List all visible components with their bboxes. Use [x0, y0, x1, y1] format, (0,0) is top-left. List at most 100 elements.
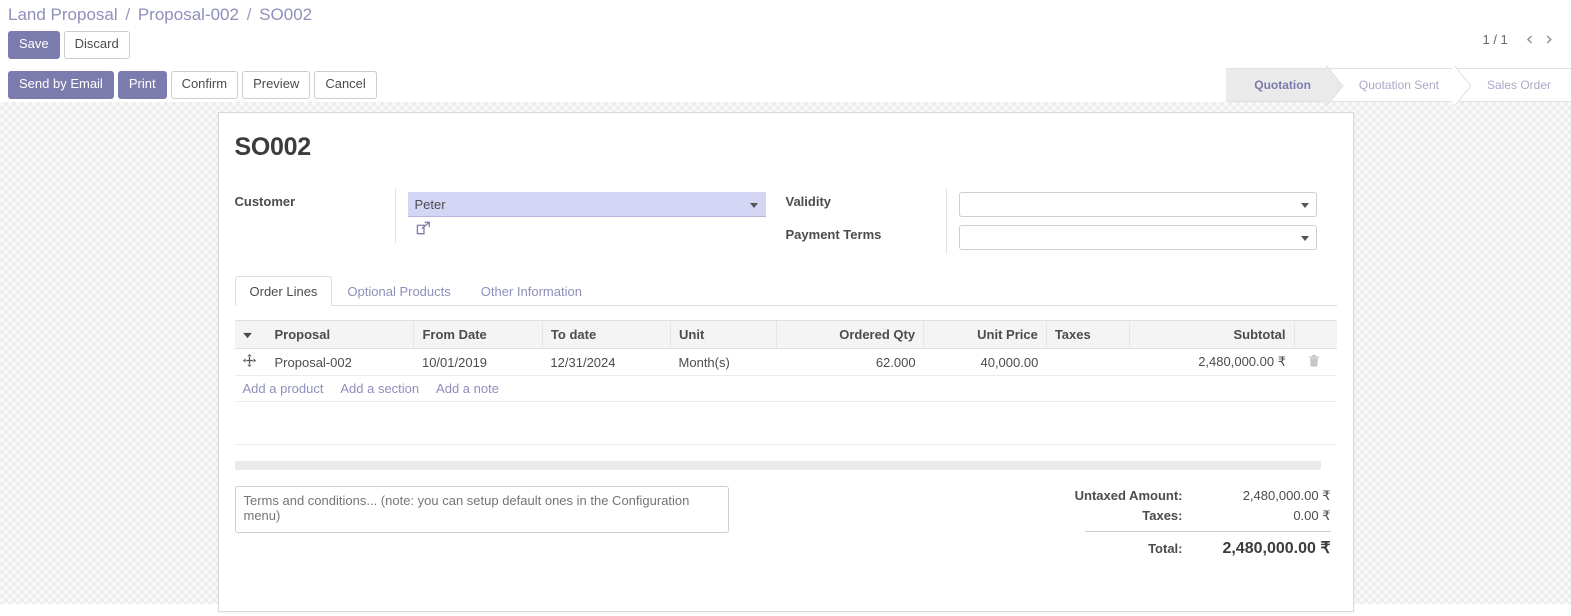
table-header-row: Proposal From Date To date Unit Ordered …: [234, 320, 1337, 349]
totals-row-untaxed: Untaxed Amount: 2,480,000.00 ₹: [1001, 486, 1331, 506]
cell-unit[interactable]: Month(s): [670, 348, 777, 376]
status-step-quotation-sent[interactable]: Quotation Sent: [1330, 68, 1459, 102]
breadcrumb-separator: /: [125, 5, 131, 24]
field-value-payment-terms: [946, 221, 1337, 254]
field-payment-terms: Payment Terms: [785, 221, 1337, 254]
status-pipeline: Quotation Quotation Sent Sales Order: [1226, 68, 1571, 102]
payment-terms-input[interactable]: [958, 225, 1317, 250]
status-step-label: Quotation Sent: [1358, 78, 1439, 92]
table-filler-row: [234, 401, 1337, 445]
table-filler-cell: [234, 401, 1337, 445]
column-unit[interactable]: Unit: [670, 320, 778, 349]
cell-ordered-qty[interactable]: 62.000: [776, 348, 924, 376]
sheet-background: SO002 Customer Peter Validity Payment Te…: [0, 102, 1571, 612]
form-group-right: Validity Payment Terms: [785, 188, 1337, 254]
total-label: Total:: [1148, 541, 1183, 556]
totals-row-taxes: Taxes: 0.00 ₹: [1001, 506, 1331, 526]
status-step-label: Quotation: [1254, 78, 1311, 92]
discard-button[interactable]: Discard: [63, 31, 130, 59]
column-taxes[interactable]: Taxes: [1046, 320, 1131, 349]
field-label-validity: Validity: [785, 188, 947, 221]
field-label-customer: Customer: [234, 188, 396, 243]
trash-icon[interactable]: [1308, 355, 1320, 370]
save-button[interactable]: Save: [8, 31, 60, 59]
cell-unit-price[interactable]: 40,000.00: [923, 348, 1047, 376]
action-buttons: Send by Email Print Confirm Preview Canc…: [8, 68, 381, 102]
column-actions: [1294, 320, 1337, 349]
breadcrumb-item-1[interactable]: Land Proposal: [8, 5, 118, 24]
column-ordered-qty[interactable]: Ordered Qty: [776, 320, 925, 349]
totals-separator: [1084, 531, 1331, 532]
add-links-cell: Add a product Add a section Add a note: [234, 375, 1337, 402]
order-lines-container: Proposal From Date To date Unit Ordered …: [234, 306, 1337, 470]
cell-from-date[interactable]: 10/01/2019: [413, 348, 543, 376]
status-step-label: Sales Order: [1486, 78, 1551, 92]
breadcrumb-row: Land Proposal / Proposal-002 / SO002: [0, 0, 1571, 28]
breadcrumb-item-current: SO002: [259, 5, 313, 24]
sheet-footer: Untaxed Amount: 2,480,000.00 ₹ Taxes: 0.…: [234, 470, 1337, 560]
record-buttons-row: Save Discard 1 / 1 ‹ ›: [0, 28, 1571, 68]
preview-button[interactable]: Preview: [242, 71, 311, 99]
field-value-validity: [946, 188, 1337, 221]
tab-other-information[interactable]: Other Information: [466, 276, 597, 306]
taxes-value: 0.00 ₹: [1293, 508, 1331, 523]
payment-terms-input-wrap: [958, 225, 1317, 250]
column-subtotal[interactable]: Subtotal: [1129, 320, 1295, 349]
customer-input-wrap: [407, 192, 766, 217]
chevron-down-icon[interactable]: [242, 327, 252, 342]
page-title: SO002: [234, 133, 312, 161]
tab-bar: Order Lines Optional Products Other Info…: [234, 276, 1337, 306]
validity-input[interactable]: [958, 192, 1317, 217]
column-to-date[interactable]: To date: [542, 320, 672, 349]
total-value: 2,480,000.00 ₹: [1222, 540, 1331, 557]
column-unit-price[interactable]: Unit Price: [923, 320, 1047, 349]
column-from-date[interactable]: From Date: [413, 320, 543, 349]
cell-delete[interactable]: [1294, 348, 1337, 376]
form-group-left: Customer: [234, 188, 786, 243]
pager-previous-icon[interactable]: ‹: [1520, 30, 1540, 49]
totals-row-total: Total: 2,480,000.00 ₹: [1001, 536, 1331, 560]
totals-block: Untaxed Amount: 2,480,000.00 ₹ Taxes: 0.…: [1001, 486, 1337, 560]
add-a-product-link[interactable]: Add a product: [243, 381, 324, 396]
field-validity: Validity: [785, 188, 1337, 221]
tab-order-lines[interactable]: Order Lines: [234, 276, 333, 306]
breadcrumb-item-2[interactable]: Proposal-002: [138, 5, 239, 24]
field-label-payment-terms: Payment Terms: [785, 221, 947, 254]
customer-input[interactable]: [407, 192, 766, 217]
pager: 1 / 1 ‹ ›: [1482, 30, 1559, 49]
breadcrumb-separator: /: [246, 5, 252, 24]
field-customer: Customer: [234, 188, 786, 243]
column-sort-toggle[interactable]: [234, 320, 267, 349]
add-a-section-link[interactable]: Add a section: [340, 381, 419, 396]
table-row[interactable]: Proposal-002 10/01/2019 12/31/2024 Month…: [234, 348, 1337, 376]
row-drag-handle-cell[interactable]: [234, 348, 267, 376]
form-groups: Customer Peter Validity Payment Terms: [234, 188, 1337, 268]
control-panel: Land Proposal / Proposal-002 / SO002 Sav…: [0, 0, 1571, 102]
pager-next-icon[interactable]: ›: [1539, 30, 1559, 49]
print-button[interactable]: Print: [117, 71, 167, 99]
cell-proposal[interactable]: Proposal-002: [266, 348, 414, 376]
taxes-label: Taxes:: [1142, 508, 1183, 523]
order-lines-body: Proposal-002 10/01/2019 12/31/2024 Month…: [234, 348, 1337, 445]
field-value-customer: [395, 188, 786, 243]
untaxed-amount-label: Untaxed Amount:: [1074, 488, 1183, 503]
notebook: Order Lines Optional Products Other Info…: [234, 276, 1337, 470]
column-proposal[interactable]: Proposal: [266, 320, 415, 349]
cell-taxes[interactable]: [1046, 348, 1130, 376]
horizontal-scrollbar[interactable]: [234, 461, 1321, 470]
add-a-note-link[interactable]: Add a note: [436, 381, 499, 396]
status-step-sales-order[interactable]: Sales Order: [1458, 68, 1571, 102]
send-by-email-button[interactable]: Send by Email: [8, 71, 114, 99]
untaxed-amount-value: 2,480,000.00 ₹: [1242, 488, 1331, 503]
confirm-button[interactable]: Confirm: [170, 71, 239, 99]
external-link-icon[interactable]: [416, 221, 431, 239]
tab-optional-products[interactable]: Optional Products: [332, 276, 465, 306]
status-step-quotation[interactable]: Quotation: [1226, 68, 1331, 102]
cancel-button[interactable]: Cancel: [314, 71, 377, 99]
drag-handle-icon[interactable]: [242, 354, 256, 369]
terms-and-conditions-input[interactable]: [234, 486, 729, 533]
cell-to-date[interactable]: 12/31/2024: [542, 348, 671, 376]
form-sheet: SO002 Customer Peter Validity Payment Te…: [217, 112, 1354, 612]
order-lines-table: Proposal From Date To date Unit Ordered …: [234, 320, 1337, 445]
pager-value: 1 / 1: [1482, 32, 1508, 47]
